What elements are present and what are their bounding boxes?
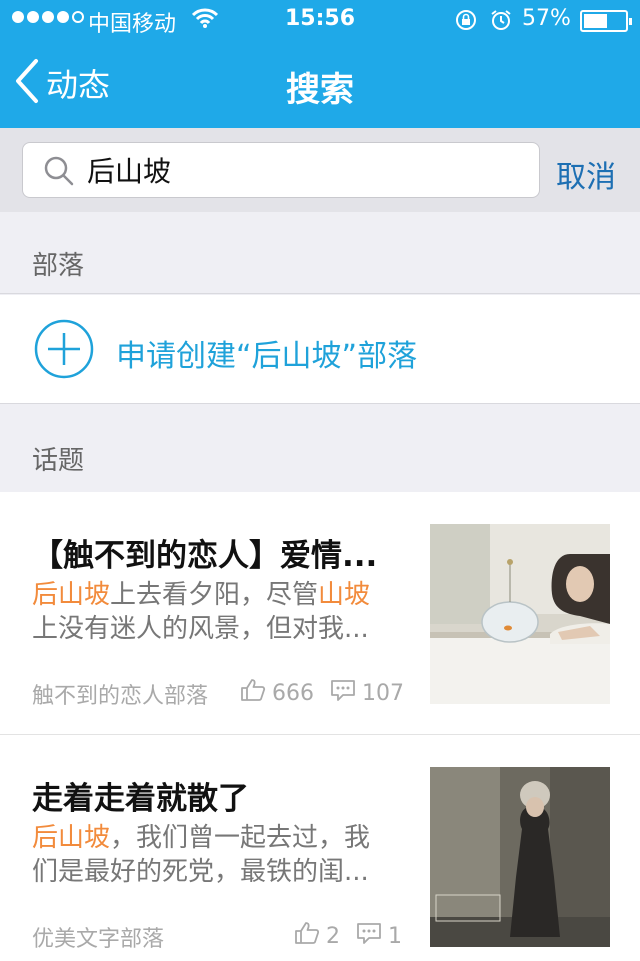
comment-icon (356, 921, 382, 951)
snippet-line: 上没有迷人的风景，但对我... (32, 614, 369, 644)
topic-title: 【触不到的恋人】爱情... (32, 538, 378, 574)
topic-tribe-name: 优美文字部落 (32, 927, 165, 952)
snippet-highlight: 后山坡 (32, 580, 111, 610)
snippet-highlight: 后山坡 (32, 823, 111, 853)
thumbs-up-icon (294, 921, 320, 951)
snippet-highlight: 山坡 (318, 580, 371, 610)
status-bar: 中国移动 15:56 57% (0, 0, 640, 40)
snippet-text: ，我们曾一起去过，我 (110, 823, 371, 853)
comment-count[interactable]: 107 (330, 678, 404, 708)
cancel-button[interactable]: 取消 (556, 152, 616, 196)
comment-icon (330, 678, 356, 708)
topic-thumbnail (430, 524, 610, 704)
search-input[interactable] (87, 152, 517, 188)
topic-thumbnail (430, 767, 610, 947)
snippet-line: 后山坡，我们曾一起去过，我 (32, 821, 402, 855)
search-bar: 取消 (0, 128, 640, 212)
search-box[interactable] (22, 142, 540, 198)
like-count-value: 666 (272, 680, 314, 706)
comment-count[interactable]: 1 (356, 921, 402, 951)
like-count[interactable]: 666 (240, 678, 314, 708)
battery-nub (629, 18, 632, 25)
comment-count-value: 1 (388, 923, 402, 949)
snippet-line: 们是最好的死党，最铁的闺... (32, 857, 369, 887)
battery-fill (584, 14, 607, 28)
page-title: 搜索 (286, 70, 354, 110)
like-count[interactable]: 2 (294, 921, 340, 951)
snippet-line: 后山坡上去看夕阳，尽管山坡 (32, 578, 402, 612)
comment-count-value: 107 (362, 680, 404, 706)
alarm-icon (490, 9, 512, 37)
section-header-tribe: 部落 (0, 212, 640, 294)
navigation-bar: 动态 搜索 (0, 40, 640, 128)
search-icon (43, 155, 75, 191)
thumbs-up-icon (240, 678, 266, 708)
battery-icon (580, 10, 632, 32)
topic-item[interactable]: 走着走着就散了 后山坡，我们曾一起去过，我 们是最好的死党，最铁的闺... 优美… (0, 734, 640, 961)
create-tribe-button[interactable]: 申请创建“后山坡”部落 (0, 295, 640, 404)
topic-title: 走着走着就散了 (32, 781, 249, 817)
topic-snippet: 后山坡，我们曾一起去过，我 们是最好的死党，最铁的闺... (32, 821, 402, 889)
snippet-text: 上去看夕阳，尽管 (110, 580, 319, 610)
lock-rotation-icon (455, 9, 477, 37)
like-count-value: 2 (326, 923, 340, 949)
plus-circle-icon (34, 319, 94, 383)
topic-snippet: 后山坡上去看夕阳，尽管山坡 上没有迷人的风景，但对我... (32, 578, 402, 646)
section-header-topic: 话题 (0, 404, 640, 492)
topic-item[interactable]: 【触不到的恋人】爱情... 后山坡上去看夕阳，尽管山坡 上没有迷人的风景，但对我… (0, 492, 640, 734)
topic-tribe-name: 触不到的恋人部落 (32, 684, 209, 709)
battery-percent: 57% (522, 6, 571, 31)
create-tribe-label: 申请创建“后山坡”部落 (116, 339, 418, 374)
